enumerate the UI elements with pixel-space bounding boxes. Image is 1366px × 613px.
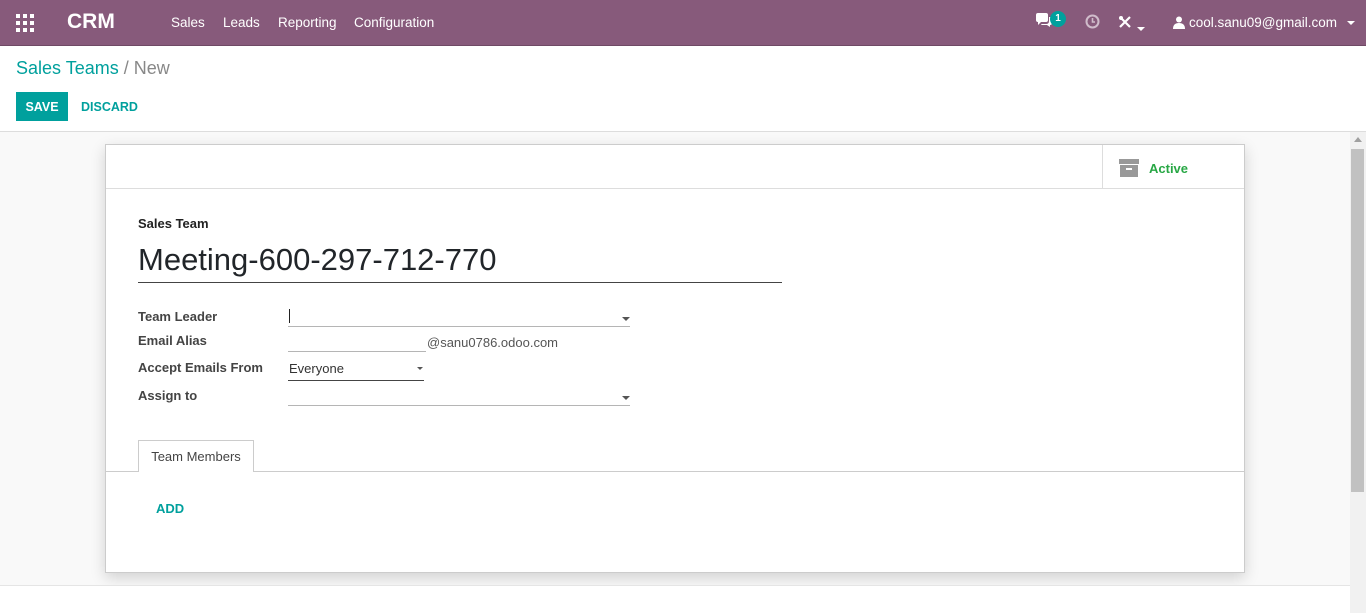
form-sheet: Active Sales Team Team Leader Email Alia… (105, 144, 1245, 573)
alias-domain: @sanu0786.odoo.com (427, 335, 559, 350)
email-alias-label: Email Alias (138, 333, 207, 348)
tools-dropdown-caret[interactable] (1137, 20, 1145, 38)
discard-button[interactable]: DISCARD (74, 92, 145, 121)
button-box: Active (106, 145, 1244, 189)
save-button[interactable]: SAVE (16, 92, 68, 121)
tab-team-members[interactable]: Team Members (138, 440, 254, 472)
active-label: Active (1149, 161, 1189, 176)
user-icon (1173, 16, 1185, 29)
archive-icon (1119, 159, 1139, 177)
chatter-area (0, 585, 1350, 613)
user-caret-icon (1346, 21, 1355, 26)
assign-to-label: Assign to (138, 388, 198, 403)
sales-team-caption: Sales Team (138, 216, 209, 231)
assign-to-caret-icon[interactable] (622, 396, 630, 400)
chat-count-badge: 1 (1050, 11, 1066, 27)
breadcrumb-sales-teams[interactable]: Sales Teams (16, 58, 119, 78)
add-member-link[interactable]: ADD (156, 501, 184, 516)
menu-sales[interactable]: Sales (171, 15, 205, 30)
breadcrumb: Sales Teams / New (16, 58, 170, 79)
accept-emails-caret-icon[interactable] (417, 367, 423, 370)
breadcrumb-separator: / (123, 58, 129, 78)
team-leader-label: Team Leader (138, 309, 218, 324)
accept-emails-value: Everyone (289, 361, 344, 376)
top-navbar: CRM Sales Leads Reporting Configuration … (0, 0, 1366, 46)
control-panel: Sales Teams / New SAVE DISCARD (0, 46, 1366, 132)
scroll-up-arrow-icon[interactable] (1354, 137, 1362, 142)
tools-icon[interactable] (1118, 15, 1132, 34)
text-cursor (289, 309, 290, 323)
clock-icon[interactable] (1085, 14, 1100, 34)
accept-emails-label: Accept Emails From (138, 360, 263, 375)
menu-leads[interactable]: Leads (223, 15, 260, 30)
active-toggle-button[interactable]: Active (1102, 145, 1244, 189)
app-brand: CRM (67, 10, 115, 33)
team-name-input[interactable] (138, 237, 782, 283)
email-alias-input[interactable] (288, 332, 426, 352)
assign-to-input[interactable] (288, 387, 630, 406)
team-leader-input[interactable] (288, 307, 630, 327)
breadcrumb-current: New (133, 58, 170, 78)
user-menu[interactable]: cool.sanu09@gmail.com (1173, 15, 1355, 30)
team-leader-caret-icon[interactable] (622, 317, 630, 321)
user-email: cool.sanu09@gmail.com (1189, 15, 1338, 30)
grid-icon[interactable] (16, 14, 34, 32)
tabs-divider (106, 471, 1244, 472)
menu-configuration[interactable]: Configuration (354, 15, 434, 30)
menu-reporting[interactable]: Reporting (278, 15, 337, 30)
scrollbar-thumb[interactable] (1351, 149, 1364, 492)
